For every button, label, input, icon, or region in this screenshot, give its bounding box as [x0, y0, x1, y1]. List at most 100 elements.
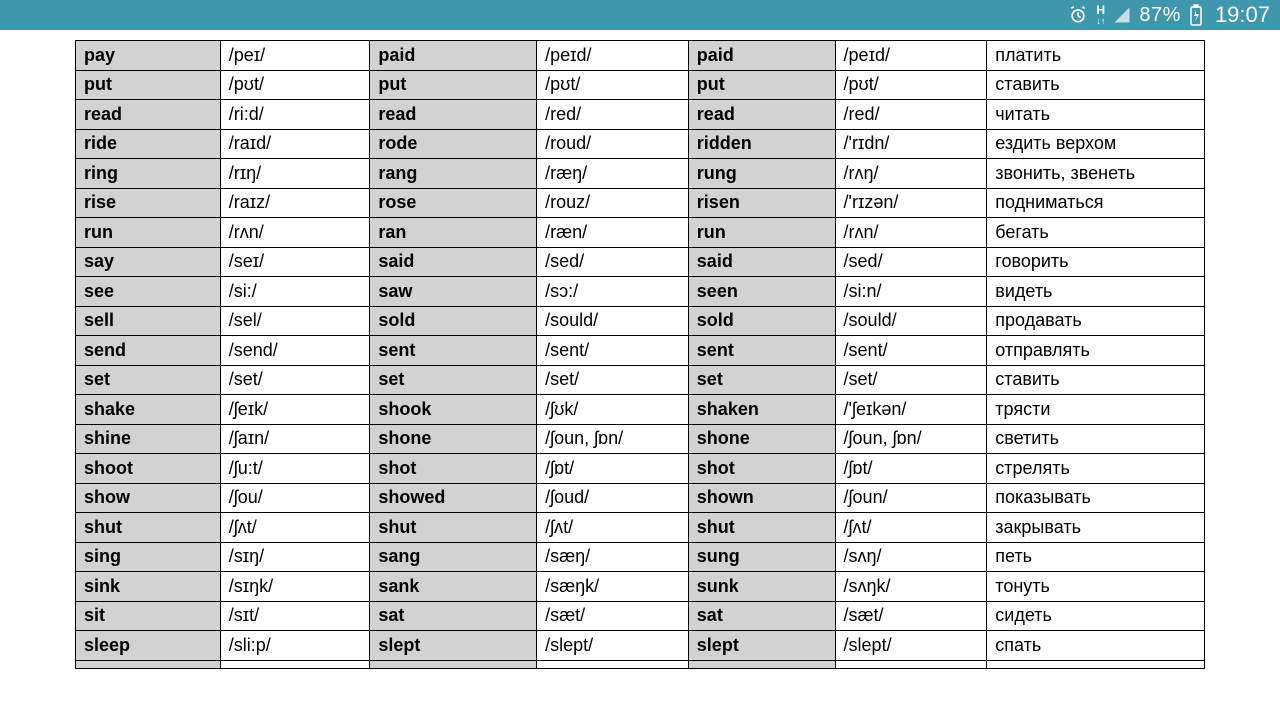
p3-cell: /sʌŋ/ — [835, 542, 987, 572]
v1-cell: ring — [76, 159, 221, 189]
p2-cell: /sæŋ/ — [537, 542, 689, 572]
p1-cell: /rʌn/ — [220, 218, 370, 248]
v1-cell: shake — [76, 395, 221, 425]
ru-cell: платить — [987, 41, 1205, 71]
table-row: shut/ʃʌt/shut/ʃʌt/shut/ʃʌt/закрывать — [76, 513, 1205, 543]
p1-cell: /rɪŋ/ — [220, 159, 370, 189]
content-area: pay/peɪ/paid/peɪd/paid/peɪd/платитьput/p… — [0, 30, 1280, 669]
p2-cell: /rouz/ — [537, 188, 689, 218]
verbs-table: pay/peɪ/paid/peɪd/paid/peɪd/платитьput/p… — [75, 40, 1205, 669]
v3-cell: read — [688, 100, 835, 130]
p1-cell: /ʃou/ — [220, 483, 370, 513]
p2-cell: /slept/ — [537, 631, 689, 661]
p2-cell: /sould/ — [537, 306, 689, 336]
table-row: sit/sɪt/sat/sæt/sat/sæt/сидеть — [76, 601, 1205, 631]
v3-cell: shone — [688, 424, 835, 454]
p3-cell: /peɪd/ — [835, 41, 987, 71]
alarm-icon — [1068, 5, 1088, 25]
p1-cell: /sli:p/ — [220, 631, 370, 661]
p2-cell: /set/ — [537, 365, 689, 395]
p2-cell: /ʃɒt/ — [537, 454, 689, 484]
p3-cell: /ʃoun/ — [835, 483, 987, 513]
p2-cell: /sent/ — [537, 336, 689, 366]
table-row-partial — [76, 660, 1205, 668]
v1-cell: sink — [76, 572, 221, 602]
v3-cell: shot — [688, 454, 835, 484]
p1-cell: /set/ — [220, 365, 370, 395]
v3-cell: sung — [688, 542, 835, 572]
p1-cell: /sel/ — [220, 306, 370, 336]
v2-cell: shone — [370, 424, 537, 454]
v3-cell: ridden — [688, 129, 835, 159]
v2-cell: sold — [370, 306, 537, 336]
p3-cell: /ʃoun, ʃɒn/ — [835, 424, 987, 454]
p1-cell: /sɪt/ — [220, 601, 370, 631]
ru-cell: говорить — [987, 247, 1205, 277]
table-row: sell/sel/sold/sould/sold/sould/продавать — [76, 306, 1205, 336]
v2-cell: sang — [370, 542, 537, 572]
table-row: sink/sɪŋk/sank/sæŋk/sunk/sʌŋk/тонуть — [76, 572, 1205, 602]
p3-cell: /set/ — [835, 365, 987, 395]
p3-cell: /ʃɒt/ — [835, 454, 987, 484]
v2-cell: rang — [370, 159, 537, 189]
v1-cell: set — [76, 365, 221, 395]
p1-cell: /pʊt/ — [220, 70, 370, 100]
v2-cell: sat — [370, 601, 537, 631]
p2-cell: /red/ — [537, 100, 689, 130]
v2-cell: sank — [370, 572, 537, 602]
p2-cell: /ræŋ/ — [537, 159, 689, 189]
table-row: show/ʃou/showed/ʃoud/shown/ʃoun/показыва… — [76, 483, 1205, 513]
v1-cell: sleep — [76, 631, 221, 661]
p2-cell: /pʊt/ — [537, 70, 689, 100]
p3-cell: /sʌŋk/ — [835, 572, 987, 602]
table-row: send/send/sent/sent/sent/sent/отправлять — [76, 336, 1205, 366]
v2-cell: rose — [370, 188, 537, 218]
ru-cell: ездить верхом — [987, 129, 1205, 159]
v3-cell: set — [688, 365, 835, 395]
v3-cell: sent — [688, 336, 835, 366]
ru-cell: читать — [987, 100, 1205, 130]
v1-cell: ride — [76, 129, 221, 159]
ru-cell: отправлять — [987, 336, 1205, 366]
p1-cell: /ʃʌt/ — [220, 513, 370, 543]
p2-cell: /sɔ:/ — [537, 277, 689, 307]
ru-cell: подниматься — [987, 188, 1205, 218]
ru-cell: звонить, звенеть — [987, 159, 1205, 189]
v2-cell: saw — [370, 277, 537, 307]
p2-cell: /peɪd/ — [537, 41, 689, 71]
p1-cell: /ʃu:t/ — [220, 454, 370, 484]
p3-cell: /slept/ — [835, 631, 987, 661]
v3-cell: put — [688, 70, 835, 100]
v3-cell: seen — [688, 277, 835, 307]
v2-cell: put — [370, 70, 537, 100]
ru-cell: ставить — [987, 365, 1205, 395]
v1-cell: put — [76, 70, 221, 100]
ru-cell: стрелять — [987, 454, 1205, 484]
p1-cell: /peɪ/ — [220, 41, 370, 71]
p3-cell: /rʌn/ — [835, 218, 987, 248]
v1-cell: rise — [76, 188, 221, 218]
v2-cell: said — [370, 247, 537, 277]
p3-cell: /sent/ — [835, 336, 987, 366]
v3-cell: sunk — [688, 572, 835, 602]
p3-cell: /si:n/ — [835, 277, 987, 307]
p2-cell: /ʃoud/ — [537, 483, 689, 513]
p2-cell: /sæŋk/ — [537, 572, 689, 602]
v3-cell: shown — [688, 483, 835, 513]
v2-cell: sent — [370, 336, 537, 366]
v1-cell: shoot — [76, 454, 221, 484]
table-row: say/seɪ/said/sed/said/sed/говорить — [76, 247, 1205, 277]
v3-cell: run — [688, 218, 835, 248]
p1-cell: /sɪŋ/ — [220, 542, 370, 572]
v3-cell: slept — [688, 631, 835, 661]
ru-cell: трясти — [987, 395, 1205, 425]
v3-cell: shut — [688, 513, 835, 543]
v1-cell: pay — [76, 41, 221, 71]
ru-cell: закрывать — [987, 513, 1205, 543]
v3-cell: rung — [688, 159, 835, 189]
v2-cell: shut — [370, 513, 537, 543]
ru-cell: сидеть — [987, 601, 1205, 631]
ru-cell: тонуть — [987, 572, 1205, 602]
p1-cell: /raɪd/ — [220, 129, 370, 159]
p1-cell: /ʃaɪn/ — [220, 424, 370, 454]
